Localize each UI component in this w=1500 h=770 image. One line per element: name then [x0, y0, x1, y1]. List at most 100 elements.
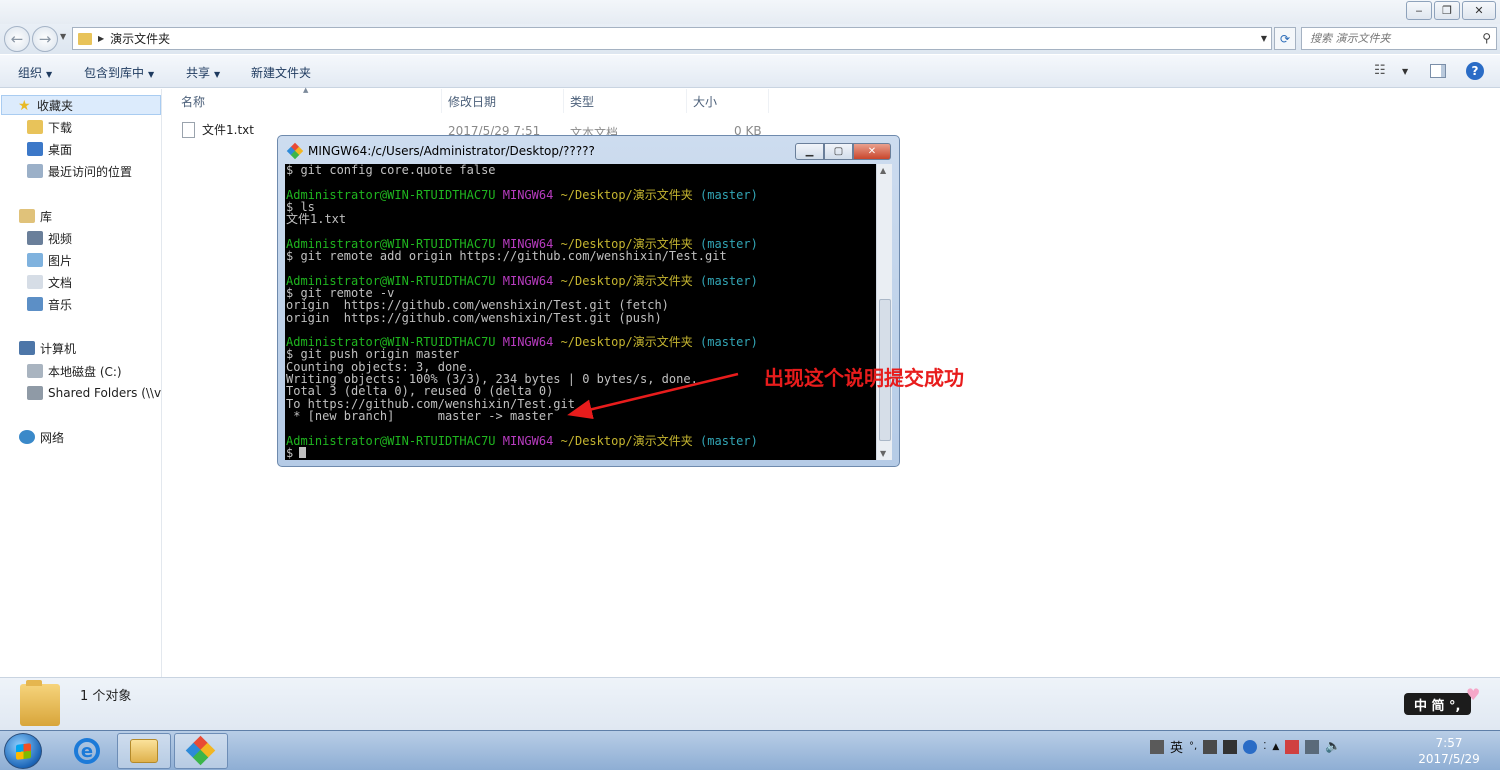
forward-button[interactable]: →: [32, 26, 58, 52]
network-drive-icon: [27, 386, 43, 400]
terminal-maximize-button[interactable]: ▢: [824, 143, 853, 160]
terminal-line: $ ls: [286, 201, 876, 213]
folder-icon: [20, 680, 60, 726]
address-dropdown-icon[interactable]: ▼: [1261, 34, 1267, 43]
nav-label: 计算机: [40, 341, 77, 356]
column-header-modified[interactable]: 修改日期: [442, 89, 564, 113]
organize-menu[interactable]: 组织 ▼: [18, 64, 52, 81]
nav-recent[interactable]: 最近访问的位置: [27, 161, 132, 181]
terminal-title: MINGW64:/c/Users/Administrator/Desktop/?…: [308, 144, 595, 158]
terminal-output[interactable]: $ git config core.quote false Administrat…: [285, 164, 876, 460]
close-button[interactable]: ✕: [1462, 1, 1496, 20]
column-header-size[interactable]: 大小: [687, 89, 769, 113]
nav-label: 最近访问的位置: [48, 164, 133, 179]
file-row[interactable]: 文件1.txt: [182, 121, 254, 138]
nav-videos[interactable]: 视频: [27, 228, 72, 248]
tools-icon[interactable]: [1223, 739, 1238, 754]
breadcrumb-arrow-icon[interactable]: ▶: [98, 34, 104, 43]
more-icon[interactable]: ⁚: [1263, 741, 1266, 752]
help-icon[interactable]: [1243, 739, 1258, 754]
nav-label: 收藏夹: [37, 98, 74, 113]
nav-computer[interactable]: 计算机: [19, 338, 76, 358]
nav-label: Shared Folders (\\v: [48, 386, 162, 400]
nav-libraries[interactable]: 库: [19, 206, 52, 226]
taskbar-ie[interactable]: e: [60, 733, 114, 769]
terminal-scrollbar[interactable]: ▲ ▼: [876, 164, 892, 460]
terminal-text: MINGW64: [495, 273, 554, 288]
nav-shared-folders[interactable]: Shared Folders (\\v: [27, 383, 161, 403]
refresh-button[interactable]: ⟳: [1274, 27, 1296, 50]
git-bash-window[interactable]: MINGW64:/c/Users/Administrator/Desktop/?…: [277, 135, 900, 467]
terminal-text: ~/Desktop/演示文件夹: [553, 433, 693, 448]
terminal-text: (master): [692, 433, 758, 448]
include-library-menu[interactable]: 包含到库中 ▼: [84, 64, 154, 81]
search-icon[interactable]: ⚲: [1482, 31, 1491, 45]
column-header-name[interactable]: 名称: [175, 89, 442, 113]
nav-local-disk[interactable]: 本地磁盘 (C:): [27, 361, 122, 381]
explorer-titlebar: ‒ ❐ ✕: [0, 0, 1500, 24]
search-box[interactable]: ⚲: [1301, 27, 1497, 50]
restore-button[interactable]: ❐: [1434, 1, 1460, 20]
history-dropdown-icon[interactable]: ▼: [60, 32, 66, 41]
nav-label: 文档: [48, 275, 73, 290]
nav-favorites[interactable]: ★ 收藏夹: [1, 95, 161, 115]
windows-explorer-icon: [130, 739, 158, 763]
search-input[interactable]: [1302, 28, 1472, 49]
column-header-type[interactable]: 类型: [564, 89, 687, 113]
keyboard-icon[interactable]: [1203, 739, 1218, 754]
start-button[interactable]: [4, 733, 42, 769]
nav-music[interactable]: 音乐: [27, 294, 72, 314]
terminal-text: * [new branch] master -> master: [286, 408, 554, 423]
text-file-icon: [182, 121, 195, 138]
recent-places-icon: [27, 164, 43, 178]
terminal-minimize-button[interactable]: ▁: [795, 143, 824, 160]
breadcrumb-current[interactable]: 演示文件夹: [110, 30, 170, 47]
taskbar-git-bash[interactable]: [174, 733, 228, 769]
terminal-text: (master): [692, 335, 758, 350]
help-icon[interactable]: ?: [1466, 62, 1484, 80]
view-dropdown-icon[interactable]: ▼: [1402, 67, 1408, 76]
new-folder-button[interactable]: 新建文件夹: [251, 64, 311, 81]
scroll-up-icon[interactable]: ▲: [880, 166, 886, 175]
terminal-text: MINGW64: [495, 335, 554, 350]
folder-icon: [78, 32, 92, 45]
system-tray: 英 °, ⁚ ▲ 🔈: [1150, 737, 1342, 756]
terminal-text: $: [286, 445, 294, 460]
address-row: ← → ▼ ▶ 演示文件夹 ▼ ⟳ ⚲: [0, 24, 1500, 54]
view-icon[interactable]: ☷: [1374, 63, 1386, 78]
share-menu[interactable]: 共享 ▼: [186, 64, 220, 81]
minimize-button[interactable]: ‒: [1406, 1, 1432, 20]
terminal-text: ~/Desktop/演示文件夹: [553, 335, 693, 350]
annotation-text: 出现这个说明提交成功: [764, 366, 964, 390]
nav-network[interactable]: 网络: [19, 427, 64, 447]
back-button[interactable]: ←: [4, 26, 30, 52]
address-bar[interactable]: ▶ 演示文件夹 ▼: [72, 27, 1272, 50]
clock[interactable]: 7:57 2017/5/29: [1414, 735, 1484, 767]
terminal-line: 文件1.txt: [286, 213, 876, 225]
action-center-icon[interactable]: [1285, 739, 1300, 754]
taskbar-explorer[interactable]: [117, 733, 171, 769]
terminal-text: ~/Desktop/演示文件夹: [553, 187, 693, 202]
file-name[interactable]: 文件1.txt: [202, 121, 254, 138]
scroll-down-icon[interactable]: ▼: [880, 449, 886, 458]
ime-icon[interactable]: [1150, 739, 1164, 754]
nav-desktop[interactable]: 桌面: [27, 139, 72, 159]
tray-language[interactable]: 英: [1170, 737, 1183, 756]
internet-explorer-icon: e: [74, 738, 100, 764]
nav-documents[interactable]: 文档: [27, 272, 72, 292]
terminal-close-button[interactable]: ✕: [853, 143, 891, 160]
punctuation-icon[interactable]: °,: [1189, 741, 1197, 752]
nav-pictures[interactable]: 图片: [27, 250, 72, 270]
preview-pane-icon[interactable]: [1430, 64, 1446, 78]
heart-icon: ♥: [1466, 685, 1481, 704]
git-icon: [185, 735, 216, 766]
network-status-icon[interactable]: [1305, 739, 1320, 754]
volume-icon[interactable]: 🔈: [1325, 739, 1341, 754]
nav-downloads[interactable]: 下载: [27, 117, 72, 137]
network-icon: [19, 430, 35, 444]
nav-label: 视频: [48, 231, 73, 246]
terminal-titlebar: MINGW64:/c/Users/Administrator/Desktop/?…: [286, 142, 595, 160]
item-count: 1 个对象: [80, 689, 132, 704]
ime-toolbar[interactable]: 中 简 °,: [1404, 693, 1471, 715]
show-hidden-icons[interactable]: ▲: [1272, 742, 1279, 752]
